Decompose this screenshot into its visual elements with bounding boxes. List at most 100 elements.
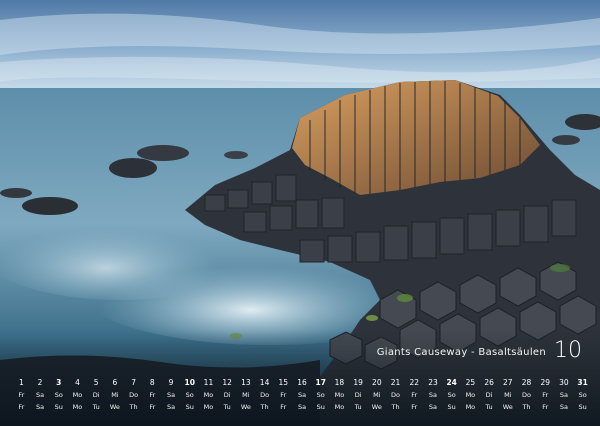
calendar-weekday-de: Sa	[36, 391, 45, 399]
giants-causeway-photo	[0, 0, 600, 426]
calendar-grid: 1 2 3 4 5 6 7 8 9 10 11 12 13 14 15 16 17 18 19 20 21 22 23 24 2…	[12, 377, 592, 413]
calendar-weekday-en: Th	[260, 403, 269, 411]
calendar-day: 23	[428, 378, 438, 387]
calendar-weekday-en: Fr	[280, 403, 287, 411]
calendar-weekday-en: Th	[391, 403, 400, 411]
calendar-weekday-de: So	[447, 391, 456, 399]
calendar-weekday-en: Fr	[542, 403, 549, 411]
calendar-day: 30	[559, 378, 569, 387]
calendar-weekday-en: Mo	[203, 403, 214, 411]
calendar-weekday-en: Th	[522, 403, 531, 411]
calendar-day: 31	[577, 378, 588, 387]
calendar-day: 6	[112, 378, 118, 387]
calendar-day: 18	[334, 378, 345, 387]
calendar-weekday-de: Sa	[297, 391, 307, 399]
calendar-day: 14	[259, 378, 270, 387]
calendar-weekday-en: We	[109, 403, 120, 411]
calendar-weekday-de: Sa	[428, 391, 438, 399]
calendar-weekday-de: Fr	[280, 391, 287, 399]
caption-row: Giants Causeway - Basaltsäulen 10	[376, 338, 582, 363]
calendar-day: 24	[446, 378, 457, 387]
calendar-weekday-en: Sa	[166, 403, 176, 411]
calendar-weekday-de: Mo	[203, 391, 214, 399]
calendar-weekday-de: Do	[522, 391, 531, 399]
calendar-weekday-de: Di	[223, 391, 231, 399]
calendar-weekday-de: Di	[92, 391, 100, 399]
calendar-weekday-en: Su	[447, 403, 456, 411]
calendar-day: 5	[93, 378, 99, 387]
calendar-day: 11	[203, 378, 214, 387]
calendar-day: 21	[390, 378, 401, 387]
calendar-weekday-de: So	[185, 391, 194, 399]
calendar-weekday-de: Fr	[542, 391, 549, 399]
calendar-weekday-en: Mo	[334, 403, 345, 411]
calendar-weekday-en: Sa	[428, 403, 438, 411]
calendar-weekday-de: Mo	[465, 391, 476, 399]
calendar-day: 20	[372, 378, 382, 387]
calendar-weekday-en: Fr	[18, 403, 25, 411]
calendar-day: 16	[297, 378, 307, 387]
calendar-weekday-en: Su	[316, 403, 325, 411]
calendar-day: 13	[241, 378, 251, 387]
calendar-weekday-en: Th	[129, 403, 138, 411]
calendar-weekday-en: Sa	[36, 403, 45, 411]
calendar-weekday-de: Fr	[149, 391, 156, 399]
calendar-weekday-de: So	[316, 391, 325, 399]
calendar-weekday-de: Mi	[504, 391, 512, 399]
calendar-days-row: 1 2 3 4 5 6 7 8 9 10 11 12 13 14 15 16 17 18 19 20 21 22 23 24 2…	[12, 377, 592, 389]
calendar-day: 7	[131, 378, 136, 387]
calendar-day: 25	[465, 378, 476, 387]
calendar-weekday-de: Mo	[72, 391, 83, 399]
calendar-page: Giants Causeway - Basaltsäulen 10 123456…	[0, 0, 600, 426]
calendar-weekday-de: So	[578, 391, 587, 399]
calendar-weekday-en: We	[240, 403, 251, 411]
calendar-weekday-en: Sa	[297, 403, 307, 411]
calendar-day: 27	[503, 378, 513, 387]
calendar-weekday-row-2: Fr Sa Su Mo Tu We Th Fr Sa Su Mo Tu We Th Fr Sa Su Mo Tu We…	[12, 401, 592, 413]
calendar-weekday-de: Fr	[411, 391, 418, 399]
calendar-weekday-de: Do	[260, 391, 270, 399]
calendar-weekday-de: Sa	[166, 391, 176, 399]
calendar-weekday-en: Sa	[559, 403, 568, 411]
photo-caption: Giants Causeway - Basaltsäulen	[376, 347, 546, 358]
calendar-day: 4	[75, 378, 80, 387]
month-number: 10	[554, 338, 582, 363]
calendar-day: 8	[149, 378, 155, 387]
calendar-day: 26	[484, 378, 494, 387]
calendar-weekday-en: Tu	[223, 403, 231, 411]
calendar-day: 22	[409, 378, 420, 387]
calendar-weekday-en: Tu	[92, 403, 100, 411]
calendar-weekday-de: Di	[354, 391, 362, 399]
calendar-weekday-en: Fr	[149, 403, 156, 411]
calendar-weekday-en: Mo	[72, 403, 83, 411]
calendar-weekday-en: We	[502, 403, 513, 411]
calendar-day: 3	[56, 378, 62, 387]
calendar-weekday-en: Su	[185, 403, 194, 411]
calendar-weekday-row-1: Fr Sa So Mo Di Mi Do Fr Sa So Mo Di Mi Do Fr Sa So Mo Di Mi…	[12, 389, 592, 401]
calendar-day: 9	[168, 378, 174, 387]
calendar-day: 10	[184, 378, 195, 387]
calendar-weekday-de: So	[54, 391, 63, 399]
calendar-day: 15	[278, 378, 289, 387]
calendar-weekday-de: Do	[129, 391, 139, 399]
calendar-day: 2	[37, 378, 43, 387]
calendar-weekday-de: Di	[485, 391, 493, 399]
calendar-weekday-de: Mi	[111, 391, 119, 399]
calendar-weekday-en: Mo	[465, 403, 476, 411]
calendar-weekday-en: Su	[578, 403, 587, 411]
calendar-day: 28	[521, 378, 532, 387]
calendar-weekday-de: Sa	[559, 391, 568, 399]
calendar-weekday-de: Do	[391, 391, 401, 399]
calendar-day: 19	[353, 378, 363, 387]
calendar-weekday-de: Mi	[373, 391, 381, 399]
calendar-day: 1	[18, 378, 24, 387]
calendar-weekday-en: Su	[54, 403, 63, 411]
calendar-weekday-en: Fr	[411, 403, 418, 411]
calendar-weekday-en: Tu	[354, 403, 362, 411]
calendar-day: 29	[540, 378, 550, 387]
calendar-weekday-en: We	[371, 403, 382, 411]
calendar-weekday-en: Tu	[485, 403, 493, 411]
calendar-day: 12	[222, 378, 232, 387]
calendar-weekday-de: Fr	[18, 391, 25, 399]
calendar-weekday-de: Mo	[334, 391, 345, 399]
